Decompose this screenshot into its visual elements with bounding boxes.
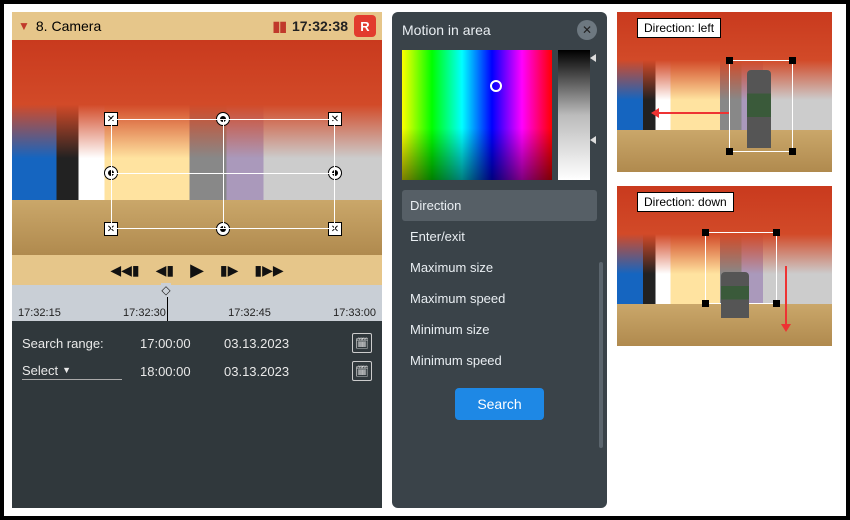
- step-back-button[interactable]: ◀▮: [156, 262, 174, 279]
- chevron-down-icon[interactable]: ▼: [18, 19, 30, 33]
- skip-fwd-button[interactable]: ▮▶▶: [254, 262, 283, 279]
- option-max-size[interactable]: Maximum size: [402, 252, 597, 283]
- calendar-icon[interactable]: 🗓: [352, 361, 372, 381]
- preview-left[interactable]: Direction: left: [617, 12, 832, 172]
- motion-options: Direction Enter/exit Maximum size Maximu…: [392, 190, 607, 384]
- camera-clock: 17:32:38: [292, 18, 348, 34]
- to-date[interactable]: 03.13.2023: [224, 364, 302, 379]
- motion-panel-title: Motion in area: [402, 22, 491, 38]
- arrow-left-icon: [657, 112, 729, 114]
- calendar-icon[interactable]: 🗓: [352, 333, 372, 353]
- option-min-size[interactable]: Minimum size: [402, 314, 597, 345]
- camera-header: ▼ 8. Camera ▮▮ 17:32:38 R: [12, 12, 382, 40]
- preview-panel: Direction: left Direction: down: [617, 12, 832, 508]
- value-handle-bottom[interactable]: [590, 136, 596, 144]
- roi-guide-v: [223, 119, 224, 229]
- arrow-down-icon: [785, 266, 787, 326]
- roi-guide-h: [111, 173, 335, 174]
- playback-bar: ◀◀▮ ◀▮ ▶ ▮▶ ▮▶▶: [12, 255, 382, 285]
- from-time[interactable]: 17:00:00: [140, 336, 206, 351]
- value-slider[interactable]: [558, 50, 590, 180]
- scrollbar[interactable]: [599, 262, 603, 448]
- timeline-tick: 17:32:15: [18, 307, 61, 319]
- option-min-speed[interactable]: Minimum speed: [402, 345, 597, 376]
- play-button[interactable]: ▶: [190, 260, 204, 281]
- timeline-tick: 17:32:30: [123, 307, 166, 319]
- detected-person: [721, 272, 749, 318]
- color-picker[interactable]: [402, 50, 552, 180]
- search-button[interactable]: Search: [455, 388, 543, 420]
- timeline-tick: 17:32:45: [228, 307, 271, 319]
- value-handle-top[interactable]: [590, 54, 596, 62]
- option-enter-exit[interactable]: Enter/exit: [402, 221, 597, 252]
- step-fwd-button[interactable]: ▮▶: [220, 262, 238, 279]
- direction-label: Direction: down: [637, 192, 734, 212]
- camera-panel: ▼ 8. Camera ▮▮ 17:32:38 R ✕ ✕ ✕ ✕ ◀◀▮ ◀▮…: [12, 12, 382, 508]
- timeline-tick: 17:33:00: [333, 307, 376, 319]
- skip-back-button[interactable]: ◀◀▮: [110, 262, 139, 279]
- option-max-speed[interactable]: Maximum speed: [402, 283, 597, 314]
- direction-label: Direction: left: [637, 18, 721, 38]
- timeline-cursor[interactable]: [167, 285, 168, 321]
- video-frame[interactable]: ✕ ✕ ✕ ✕: [12, 40, 382, 255]
- option-direction[interactable]: Direction: [402, 190, 597, 221]
- chevron-down-icon: ▼: [62, 365, 71, 375]
- search-range-block: Search range: 17:00:00 03.13.2023 🗓 Sele…: [12, 321, 382, 508]
- detected-person: [747, 70, 771, 148]
- preview-down[interactable]: Direction: down: [617, 186, 832, 346]
- search-range-label: Search range:: [22, 336, 122, 351]
- color-picker-cursor[interactable]: [490, 80, 502, 92]
- pause-icon[interactable]: ▮▮: [273, 18, 286, 35]
- to-time[interactable]: 18:00:00: [140, 364, 206, 379]
- record-badge: R: [354, 15, 376, 37]
- timeline[interactable]: 17:32:15 17:32:30 17:32:45 17:33:00: [12, 285, 382, 321]
- camera-title: 8. Camera: [36, 18, 101, 34]
- from-date[interactable]: 03.13.2023: [224, 336, 302, 351]
- close-icon[interactable]: ✕: [577, 20, 597, 40]
- select-dropdown[interactable]: Select ▼: [22, 363, 122, 380]
- select-label: Select: [22, 363, 58, 378]
- motion-panel: Motion in area ✕ Direction Enter/exit Ma…: [392, 12, 607, 508]
